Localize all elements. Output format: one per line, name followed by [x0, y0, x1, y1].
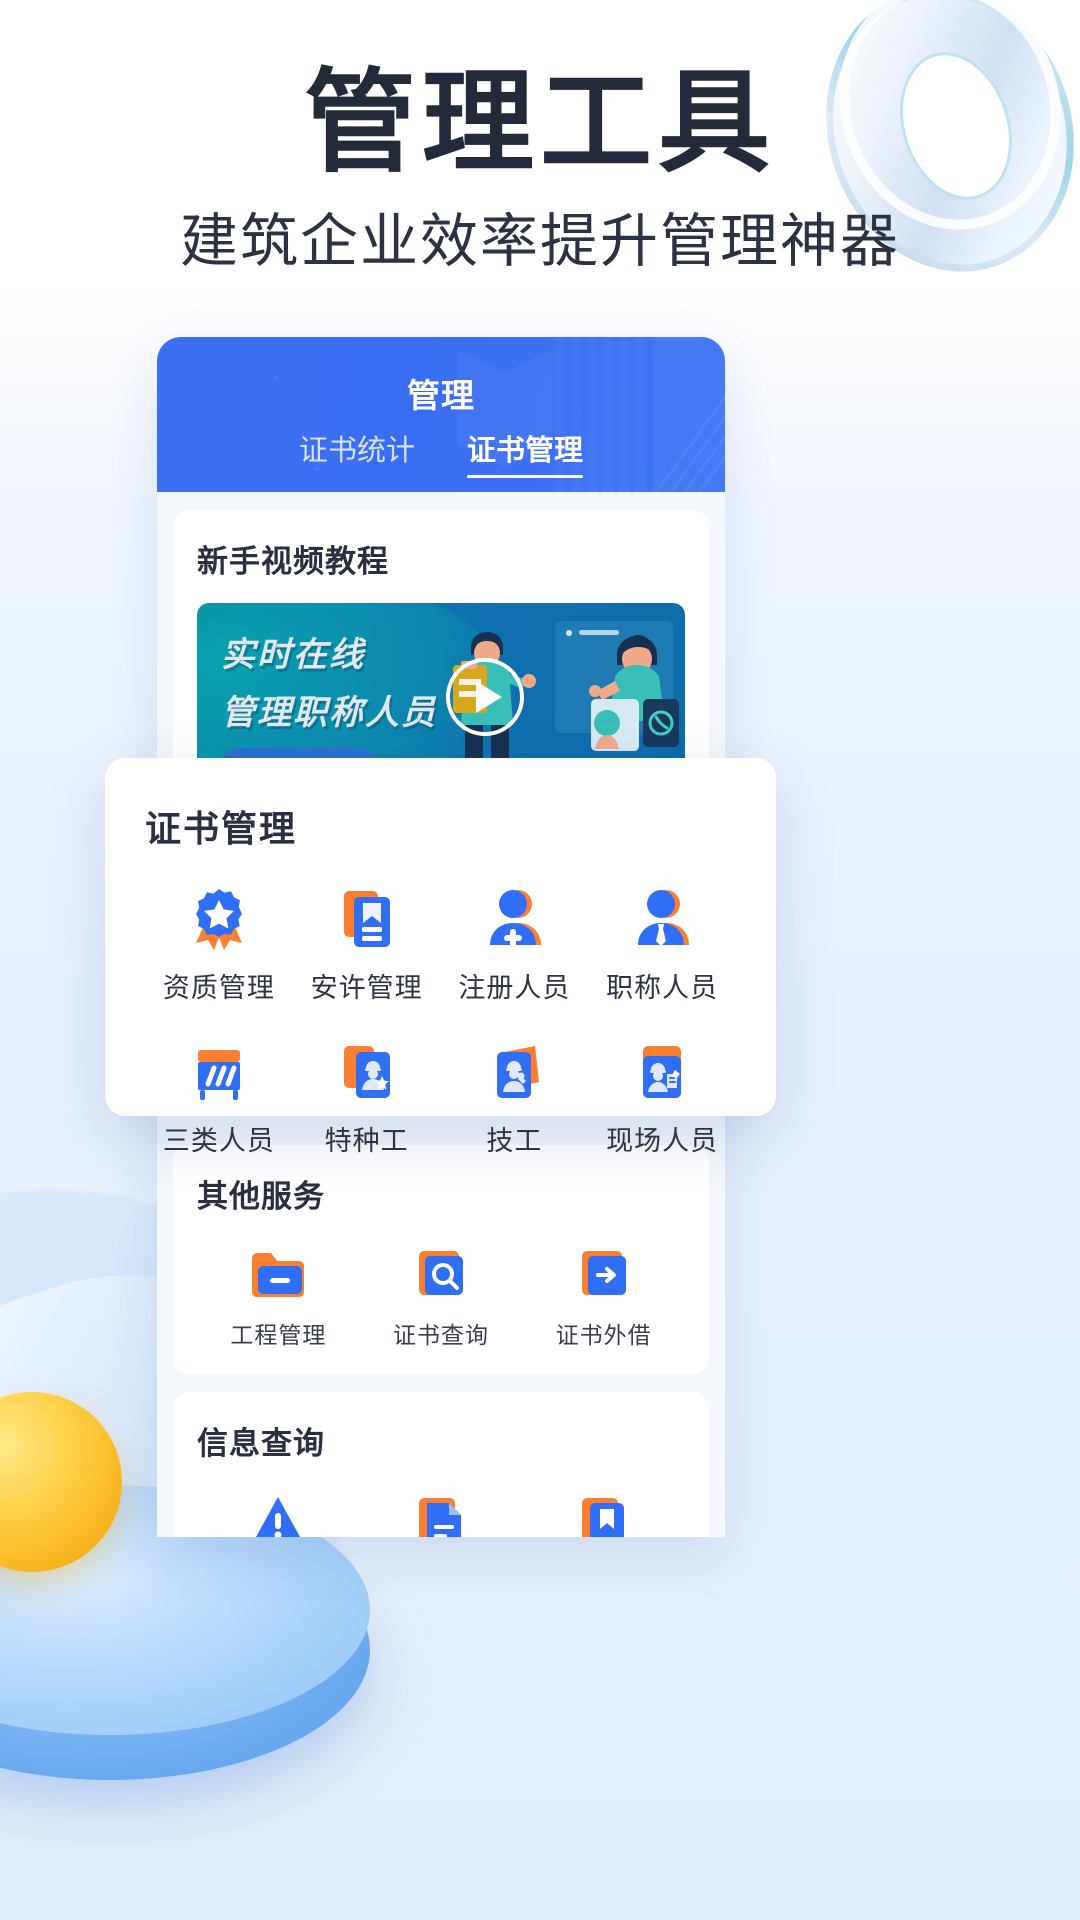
- worker-star-card-icon: [293, 1035, 441, 1109]
- modal-item-special-worker[interactable]: 特种工: [293, 1035, 441, 1158]
- service-label: 证书外借: [522, 1316, 685, 1350]
- service-label: 证书查询: [360, 1316, 523, 1350]
- service-item-project-management[interactable]: 工程管理: [197, 1242, 360, 1350]
- modal-item-qualification-management[interactable]: 资质管理: [145, 882, 293, 1005]
- page-title: 管理工具: [0, 60, 1080, 185]
- other-services-grid: 工程管理 证书查询: [197, 1242, 685, 1350]
- modal-item-label: 注册人员: [441, 966, 589, 1005]
- document-icon: [360, 1489, 523, 1537]
- app-title: 管理: [157, 369, 725, 417]
- modal-item-site-personnel[interactable]: 现场人员: [588, 1035, 736, 1158]
- other-services-title: 其他服务: [197, 1171, 685, 1216]
- info-item-2[interactable]: [360, 1489, 523, 1537]
- file-search-icon: [360, 1242, 523, 1304]
- modal-item-technician[interactable]: 技工: [441, 1035, 589, 1158]
- modal-icon-grid: 资质管理 安许管理: [145, 882, 736, 1158]
- modal-item-label: 现场人员: [588, 1119, 736, 1158]
- barrier-icon: [145, 1035, 293, 1109]
- hero-section: 管理工具 建筑企业效率提升管理神器: [0, 0, 1080, 277]
- certificate-management-modal: 证书管理 资质管理: [105, 758, 776, 1116]
- banner-line-1: 实时在线: [221, 627, 365, 676]
- play-icon[interactable]: [446, 658, 524, 736]
- modal-item-title-personnel[interactable]: 职称人员: [588, 882, 736, 1005]
- app-tabs: 证书统计 证书管理: [157, 427, 725, 478]
- info-item-1[interactable]: [197, 1489, 360, 1537]
- award-ribbon-icon: [145, 882, 293, 956]
- modal-item-label: 安许管理: [293, 966, 441, 1005]
- info-query-grid: [197, 1489, 685, 1537]
- modal-item-label: 职称人员: [588, 966, 736, 1005]
- info-query-title: 信息查询: [197, 1418, 685, 1463]
- technician-card-icon: [441, 1035, 589, 1109]
- banner-line-2: 管理职称人员: [221, 685, 437, 734]
- page-subtitle: 建筑企业效率提升管理神器: [0, 207, 1080, 277]
- tutorial-card-title: 新手视频教程: [197, 536, 685, 581]
- modal-item-three-types-personnel[interactable]: 三类人员: [145, 1035, 293, 1158]
- other-services-card: 其他服务 工程管理: [173, 1145, 709, 1374]
- license-book-icon: [293, 882, 441, 956]
- modal-item-label: 技工: [441, 1119, 589, 1158]
- tab-certificate-management[interactable]: 证书管理: [467, 427, 583, 478]
- alert-icon: [197, 1489, 360, 1537]
- user-add-icon: [441, 882, 589, 956]
- site-person-card-icon: [588, 1035, 736, 1109]
- service-item-certificate-query[interactable]: 证书查询: [360, 1242, 523, 1350]
- tab-certificate-stats[interactable]: 证书统计: [299, 427, 415, 478]
- service-item-certificate-lending[interactable]: 证书外借: [522, 1242, 685, 1350]
- file-arrow-icon: [522, 1242, 685, 1304]
- info-query-card: 信息查询: [173, 1392, 709, 1537]
- modal-item-registered-personnel[interactable]: 注册人员: [441, 882, 589, 1005]
- service-label: 工程管理: [197, 1316, 360, 1350]
- user-tie-icon: [588, 882, 736, 956]
- modal-item-label: 三类人员: [145, 1119, 293, 1158]
- modal-item-label: 特种工: [293, 1119, 441, 1158]
- info-item-3[interactable]: [522, 1489, 685, 1537]
- modal-title: 证书管理: [145, 800, 736, 852]
- modal-item-label: 资质管理: [145, 966, 293, 1005]
- modal-item-safety-license-management[interactable]: 安许管理: [293, 882, 441, 1005]
- app-header: 管理 证书统计 证书管理: [157, 337, 725, 492]
- folder-minus-icon: [197, 1242, 360, 1304]
- bookmark-icon: [522, 1489, 685, 1537]
